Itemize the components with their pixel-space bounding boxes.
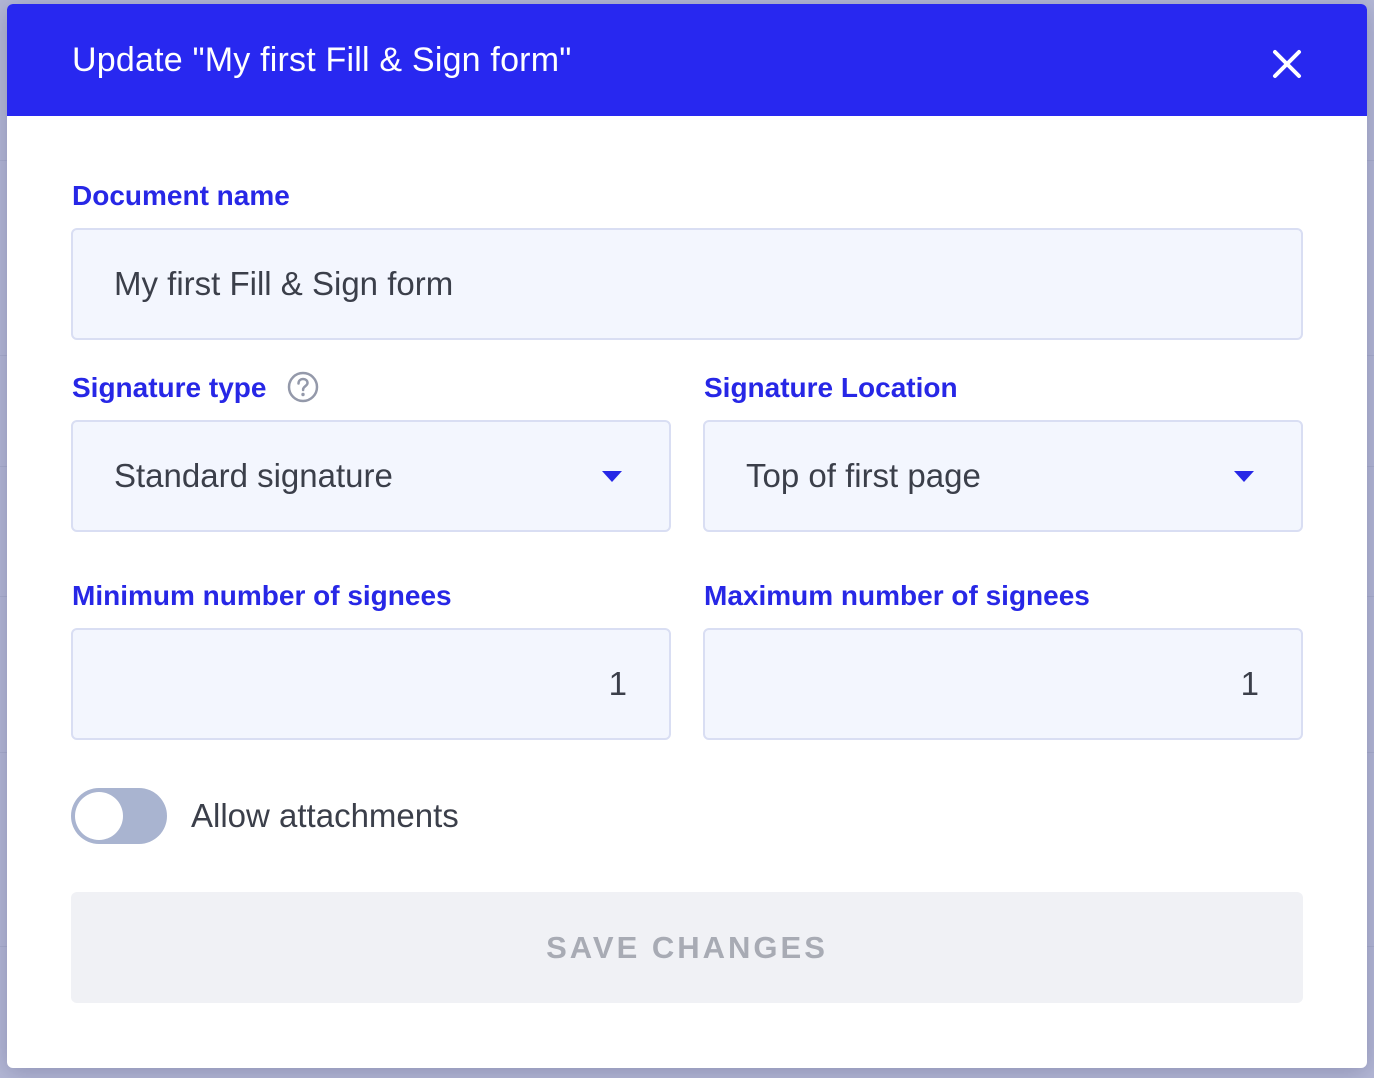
signature-type-value: Standard signature	[114, 457, 393, 494]
signature-location-label: Signature Location	[704, 372, 958, 403]
dialog-title: Update "My first Fill & Sign form"	[72, 41, 572, 79]
caret-down-icon	[1234, 471, 1254, 482]
question-circle-icon[interactable]	[286, 370, 320, 404]
toggle-knob	[75, 792, 123, 840]
min-signees-label: Minimum number of signees	[72, 580, 452, 611]
min-signees-value: 1	[608, 665, 627, 702]
save-changes-button[interactable]: SAVE CHANGES	[71, 892, 1303, 1003]
max-signees-input[interactable]: 1	[703, 628, 1303, 740]
caret-down-icon	[602, 471, 622, 482]
signature-location-value: Top of first page	[746, 457, 981, 494]
dialog-header: Update "My first Fill & Sign form"	[7, 4, 1367, 116]
allow-attachments-toggle[interactable]	[71, 788, 167, 844]
signature-type-label: Signature type	[72, 372, 267, 403]
signature-location-select[interactable]: Top of first page	[703, 420, 1303, 532]
close-button[interactable]	[1265, 42, 1309, 86]
signature-type-select[interactable]: Standard signature	[71, 420, 671, 532]
max-signees-value: 1	[1240, 665, 1259, 702]
document-name-input[interactable]: My first Fill & Sign form	[71, 228, 1303, 340]
max-signees-label: Maximum number of signees	[704, 580, 1090, 611]
close-icon	[1273, 50, 1301, 78]
update-form-dialog: Update "My first Fill & Sign form" Docum…	[7, 4, 1367, 1068]
min-signees-input[interactable]: 1	[71, 628, 671, 740]
save-changes-label: SAVE CHANGES	[546, 929, 828, 965]
document-name-value: My first Fill & Sign form	[114, 265, 454, 302]
allow-attachments-label: Allow attachments	[191, 797, 459, 834]
document-name-label: Document name	[72, 180, 290, 211]
